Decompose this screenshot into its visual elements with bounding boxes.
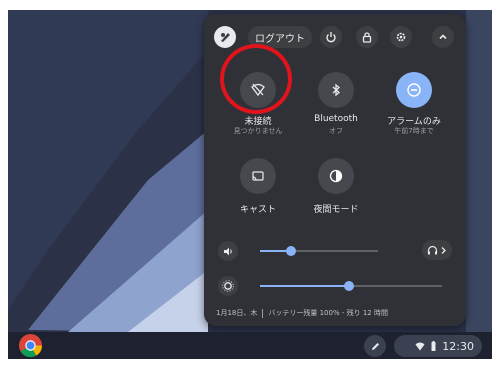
status-tray-button[interactable]: 12:30 [394,335,482,357]
volume-slider-thumb[interactable] [286,246,296,256]
stylus-icon [371,342,379,350]
volume-icon [223,247,232,255]
settings-button[interactable] [390,26,412,48]
night-light-tile[interactable] [318,158,354,194]
bluetooth-tile[interactable] [318,72,354,108]
avatar-icon [221,33,230,42]
brightness-slider-thumb[interactable] [344,281,354,291]
gear-icon [396,32,406,42]
bluetooth-sublabel: オフ [329,127,343,135]
wifi-icon [415,342,425,350]
do-not-disturb-sublabel: 午前7時まで [394,127,434,135]
brightness-icon [222,280,234,292]
audio-settings-button[interactable] [422,240,452,260]
lock-icon [362,32,372,43]
bluetooth-label: Bluetooth [314,114,358,124]
mute-button[interactable] [218,241,238,261]
collapse-chevron-icon [439,34,447,40]
user-avatar[interactable] [214,26,236,48]
brightness-button [218,276,238,296]
power-icon [326,32,336,43]
night-light-label: 夜間モード [313,205,359,215]
brightness-slider[interactable] [260,281,442,291]
date-label: 1月18日、木 [216,309,258,317]
cast-icon [252,171,264,181]
do-not-disturb-tile[interactable] [396,72,432,108]
clock-time: 12:30 [442,339,474,353]
chrome-icon[interactable] [18,333,43,358]
status-footer: 1月18日、木 バッテリー残量 100% - 残り 12 時間 [216,308,388,318]
volume-slider[interactable] [260,246,378,256]
power-button[interactable] [320,26,342,48]
do-not-disturb-icon [407,83,421,97]
night-light-icon [329,169,343,183]
network-sublabel: 見つかりません [233,127,283,135]
highlight-circle [220,44,292,114]
headphones-icon [427,245,438,254]
battery-status[interactable]: バッテリー残量 100% - 残り 12 時間 [268,309,388,317]
cast-label: キャスト [239,205,276,215]
brightness-slider-fill [260,285,349,287]
bluetooth-icon [332,83,340,97]
stylus-tools-button[interactable] [364,335,386,357]
cast-tile[interactable] [240,158,276,194]
shelf: 12:30 [8,332,492,359]
chevron-right-icon [441,246,446,254]
lock-button[interactable] [356,26,378,48]
footer-divider [262,308,264,318]
battery-icon [431,341,436,351]
collapse-button[interactable] [432,26,454,48]
